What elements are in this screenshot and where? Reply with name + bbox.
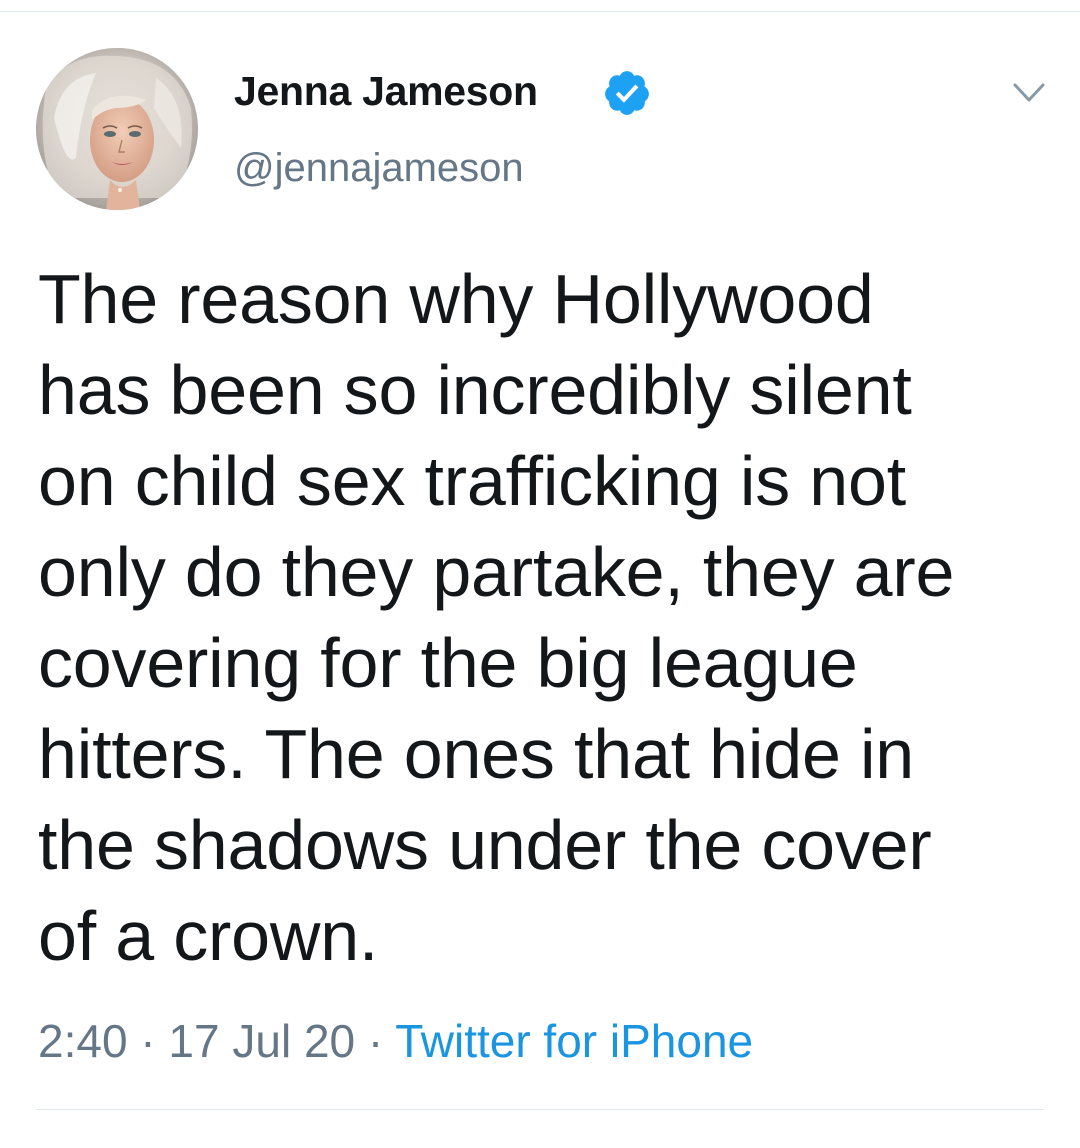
tweet-text-line: on child sex trafficking is not <box>38 442 906 520</box>
tweet-text-line: the shadows under the cover <box>38 806 932 884</box>
tweet-text-line: The reason why Hollywood <box>38 260 874 338</box>
meta-separator: · <box>127 1015 169 1067</box>
avatar[interactable] <box>36 48 198 210</box>
verified-badge-icon <box>605 71 649 115</box>
tweet-date[interactable]: 17 Jul 20 <box>168 1015 355 1067</box>
chevron-down-icon[interactable] <box>1012 80 1046 106</box>
tweet-text-line: hitters. The ones that hide in <box>38 715 915 793</box>
author-handle[interactable]: @jennajameson <box>234 146 524 191</box>
tweet-text-line: of a crown. <box>38 897 379 975</box>
top-divider <box>0 11 1080 12</box>
bottom-divider <box>36 1109 1044 1110</box>
author-display-name[interactable]: Jenna Jameson <box>234 68 538 115</box>
tweet-text-line: only do they partake, they are <box>38 533 955 611</box>
tweet-metadata: 2:40 · 17 Jul 20 · Twitter for iPhone <box>38 1014 753 1068</box>
tweet-text-line: has been so incredibly silent <box>38 351 912 429</box>
tweet-source-link[interactable]: Twitter for iPhone <box>395 1015 753 1067</box>
meta-separator: · <box>355 1015 396 1067</box>
tweet-text-line: covering for the big league <box>38 624 858 702</box>
tweet-time[interactable]: 2:40 <box>38 1015 128 1067</box>
tweet-text: The reason why Hollywood has been so inc… <box>38 254 1048 982</box>
